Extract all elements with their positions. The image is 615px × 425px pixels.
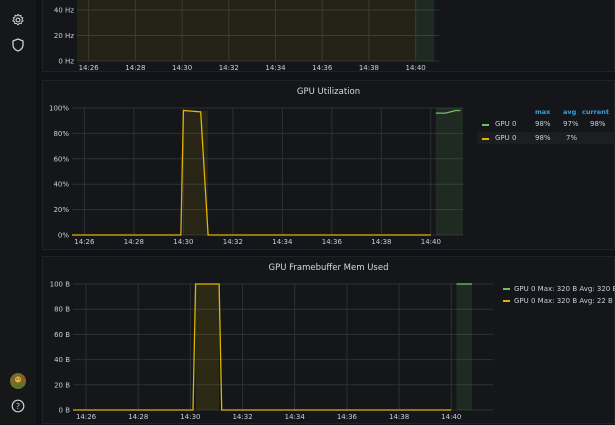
x-tick-label: 14:40	[441, 413, 461, 421]
x-tick-label: 14:32	[223, 238, 243, 246]
highlight-band	[415, 0, 435, 61]
legend-avg: 7%	[566, 134, 578, 142]
highlight-band	[456, 284, 473, 410]
legend-header-avg[interactable]: avg	[563, 108, 576, 116]
highlight-band	[77, 0, 416, 61]
y-tick-label: 20 B	[54, 381, 70, 389]
x-tick-label: 14:34	[272, 238, 293, 246]
legend-header-max[interactable]: max	[535, 108, 550, 116]
dashboard-main: 0 Hz 20 Hz 40 Hz 14:26 14:28 14:30 14:32 14:34 1…	[36, 0, 615, 424]
y-tick-label: 60%	[53, 155, 69, 163]
x-tick-label: 14:36	[337, 413, 358, 421]
x-tick-label: 14:36	[322, 238, 343, 246]
x-tick-label: 14:40	[406, 64, 426, 72]
top-frequency-panel: 0 Hz 20 Hz 40 Hz 14:26 14:28 14:30 14:32 14:34 1…	[42, 0, 615, 72]
legend-series-name: GPU 0	[495, 134, 517, 142]
x-tick-label: 14:26	[79, 64, 100, 72]
top-frequency-chart: 0 Hz 20 Hz 40 Hz 14:26 14:28 14:30 14:32 14:34 1…	[54, 0, 439, 72]
x-tick-label: 14:38	[371, 238, 391, 246]
y-tick-label: 100%	[49, 105, 69, 113]
x-tick-label: 14:32	[219, 64, 239, 72]
sidebar: ?	[0, 0, 37, 424]
x-tick-label: 14:38	[359, 64, 379, 72]
y-tick-label: 80 B	[54, 306, 70, 314]
gpu-framebuffer-legend: GPU 0 Max: 320 B Avg: 320 B GPU 0 Max: 3…	[503, 283, 615, 313]
legend-max: 98%	[535, 120, 551, 128]
x-tick-label: 14:32	[232, 413, 252, 421]
x-tick-label: 14:30	[173, 238, 193, 246]
x-tick-label: 14:30	[172, 64, 192, 72]
shield-icon[interactable]	[8, 35, 28, 55]
series-line	[72, 109, 431, 236]
x-tick-label: 14:30	[180, 413, 200, 421]
y-tick-label: 0 Hz	[58, 58, 74, 66]
legend-avg: 97%	[563, 120, 579, 128]
x-tick-label: 14:34	[265, 64, 286, 72]
y-tick-label: 100 B	[50, 281, 71, 289]
legend-entry-text: GPU 0 Max: 320 B Avg: 22 B	[514, 297, 613, 305]
y-tick-label: 0%	[58, 232, 69, 240]
x-tick-label: 14:26	[76, 413, 97, 421]
x-tick-label: 14:34	[285, 413, 306, 421]
gpu-framebuffer-panel: GPU Framebuffer Mem Used 0 B 20 B 40 B 60 B…	[42, 256, 615, 424]
y-tick-label: 40 B	[54, 356, 70, 364]
y-tick-label: 80%	[53, 130, 69, 138]
legend-current: 98%	[590, 120, 606, 128]
x-tick-label: 14:26	[74, 238, 95, 246]
gpu-utilization-panel: GPU Utilization 0% 20% 40% 60% 80% 100% 14:26 1…	[42, 80, 615, 250]
legend-header-current[interactable]: current	[582, 108, 609, 116]
legend-row[interactable]: GPU 0 98% 97% 98%	[477, 118, 615, 130]
avatar[interactable]	[8, 371, 28, 391]
legend-swatch-yellow	[482, 138, 489, 140]
y-tick-label: 20 Hz	[54, 32, 74, 40]
y-tick-label: 40 Hz	[54, 7, 74, 15]
gear-icon[interactable]	[8, 10, 28, 30]
x-tick-label: 14:36	[312, 64, 333, 72]
legend-swatch-green	[503, 288, 510, 290]
y-tick-label: 0 B	[59, 407, 71, 415]
help-icon[interactable]: ?	[8, 396, 28, 416]
legend-swatch-green	[482, 124, 489, 126]
x-tick-label: 14:28	[124, 238, 144, 246]
legend-entry-text: GPU 0 Max: 320 B Avg: 320 B	[514, 285, 615, 293]
gpu-utilization-legend: max avg current GPU 0 98% 97% 98% GPU 0 …	[477, 108, 615, 148]
legend-series-name: GPU 0	[495, 120, 517, 128]
y-tick-label: 60 B	[54, 331, 70, 339]
x-tick-label: 14:40	[421, 238, 441, 246]
legend-row[interactable]: GPU 0 Max: 320 B Avg: 22 B	[503, 295, 613, 307]
gpu-utilization-chart: 0% 20% 40% 60% 80% 100% 14:26 14:28 14:30 14:32 14…	[49, 105, 463, 246]
help-glyph: ?	[16, 402, 20, 411]
y-tick-label: 40%	[53, 181, 69, 189]
legend-swatch-yellow	[503, 300, 510, 302]
highlight-band	[435, 108, 463, 235]
x-tick-label: 14:38	[389, 413, 409, 421]
legend-row[interactable]: GPU 0 Max: 320 B Avg: 320 B	[503, 283, 615, 295]
highlight-band	[195, 284, 220, 410]
series-line	[73, 283, 452, 411]
legend-max: 98%	[535, 134, 551, 142]
legend-row[interactable]: GPU 0 98% 7%	[477, 132, 615, 144]
x-tick-label: 14:28	[125, 64, 145, 72]
gpu-framebuffer-chart: 0 B 20 B 40 B 60 B 80 B 100 B 14:26 14:28 14:30 1…	[50, 281, 493, 421]
x-tick-label: 14:28	[128, 413, 148, 421]
y-tick-label: 20%	[53, 206, 69, 214]
